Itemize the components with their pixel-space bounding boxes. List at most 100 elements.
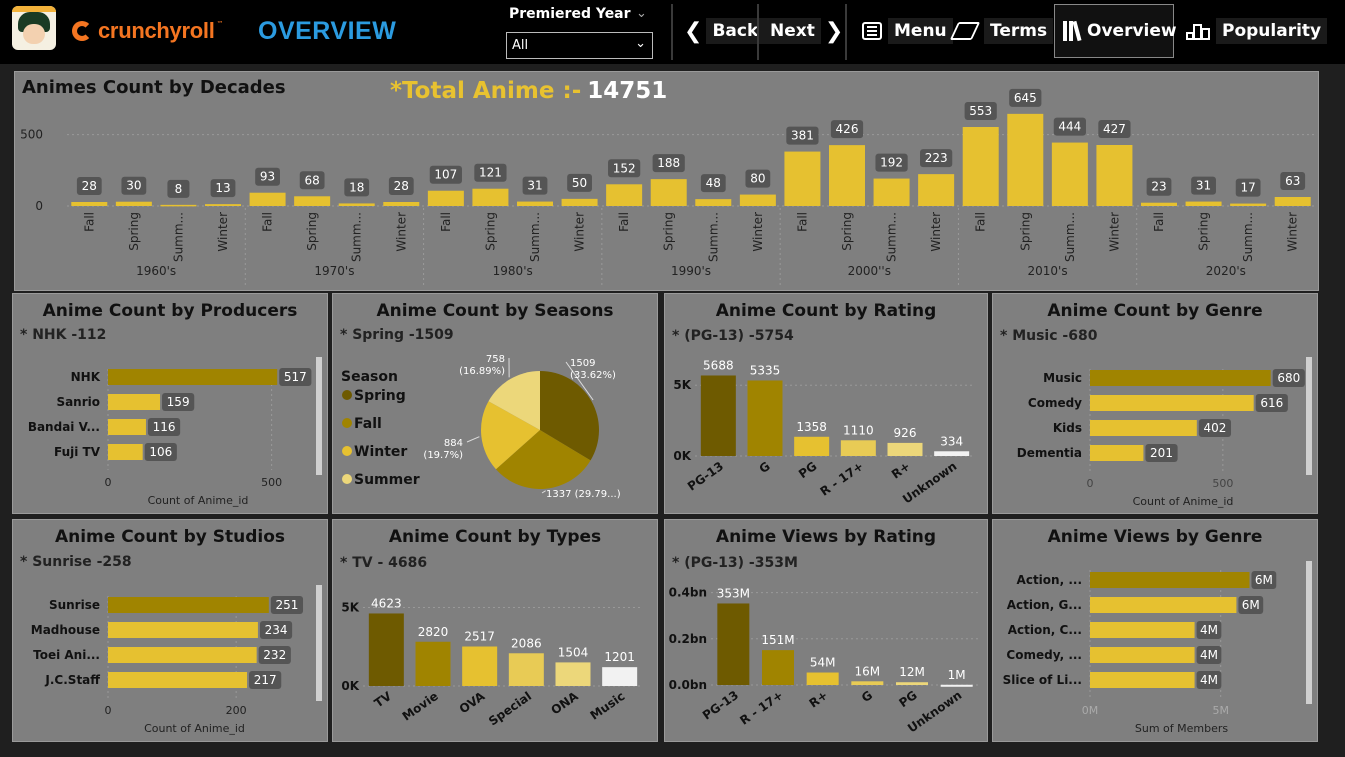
decade-label: 1990's: [671, 264, 711, 278]
category-label: PG: [896, 688, 919, 710]
bar: [108, 369, 278, 385]
y-tick-label: 500: [20, 128, 43, 142]
season-tick-label: Winter: [573, 212, 587, 252]
decade-label: 1960's: [136, 264, 176, 278]
data-label: 402: [1203, 421, 1226, 435]
popularity-button[interactable]: Popularity: [1186, 14, 1328, 48]
data-label: 2086: [511, 636, 542, 650]
x-axis-title: Count of Anime_id: [148, 494, 249, 507]
next-label: Next: [764, 18, 821, 44]
decade-label: 1970's: [314, 264, 354, 278]
data-label: 2517: [464, 630, 495, 644]
season-tick-label: Fall: [974, 212, 988, 232]
season-tick-label: Winter: [1107, 212, 1121, 252]
data-label: 192: [880, 156, 903, 170]
legend-marker: [342, 418, 352, 428]
data-label: 334: [940, 434, 963, 448]
back-button[interactable]: ❮ Back: [680, 14, 765, 48]
bar: [115, 201, 152, 206]
genre-views-panel: Anime Views by Genre 0M 5M Sum of Members A…: [992, 519, 1318, 742]
bar: [1090, 395, 1254, 411]
chevron-right-icon: ❯: [824, 18, 844, 44]
data-label: 1110: [843, 423, 874, 437]
bar: [1185, 201, 1222, 206]
bar: [160, 204, 197, 207]
data-label: 4M: [1200, 673, 1218, 687]
types-panel: Anime Count by Types * TV - 4686 0K 5K 462…: [332, 519, 658, 742]
pie-label: 1337 (29.79...): [546, 489, 621, 500]
data-label: 5335: [750, 363, 781, 377]
season-tick-label: Winter: [1286, 212, 1300, 252]
overview-button[interactable]: Overview: [1054, 4, 1177, 58]
scrollbar[interactable]: [316, 357, 322, 475]
x-tick-label: 500: [1212, 477, 1233, 490]
bar: [555, 662, 591, 686]
chevron-down-icon: ⌄: [635, 36, 646, 51]
season-tick-label: Winter: [216, 212, 230, 252]
bar: [784, 151, 821, 206]
bar: [108, 622, 258, 638]
bar: [205, 204, 241, 206]
data-label: 30: [126, 179, 141, 193]
bar: [338, 203, 375, 206]
scrollbar[interactable]: [316, 585, 322, 701]
data-label: 106: [149, 445, 172, 459]
data-label: 80: [750, 172, 765, 186]
season-tick-label: Summ...: [1241, 212, 1255, 262]
bar: [840, 440, 876, 456]
x-tick-label: 500: [261, 476, 282, 489]
decades-bar-chart: 0 500 1960's 28 Fall 30 Spring 8 Summ... 13 Winter…: [20, 88, 1315, 286]
bar: [794, 436, 830, 456]
data-label: 381: [791, 129, 814, 143]
bar: [108, 394, 161, 410]
data-label: 234: [265, 623, 288, 637]
next-button[interactable]: Next ❯: [764, 14, 847, 48]
data-label: 232: [263, 648, 286, 662]
bar: [851, 681, 884, 685]
data-label: 217: [254, 673, 277, 687]
category-label: PG: [796, 459, 819, 481]
season-tick-label: Fall: [261, 212, 275, 232]
data-label: 188: [657, 156, 680, 170]
bar: [1090, 622, 1195, 638]
scrollbar[interactable]: [1306, 561, 1312, 704]
bar: [1096, 145, 1133, 206]
scrollbar-thumb[interactable]: [1306, 357, 1312, 475]
bar: [294, 196, 331, 206]
y-tick-label: 0.0bn: [669, 678, 707, 692]
season-tick-label: Summ...: [1063, 212, 1077, 262]
season-tick-label: Spring: [840, 212, 854, 251]
studios-bar-chart: 0 200 Count of Anime_id Sunrise 251 Madhouse 2…: [31, 596, 304, 735]
bar: [508, 653, 544, 686]
season-tick-label: Winter: [929, 212, 943, 252]
decade-label: 1980's: [493, 264, 533, 278]
premiered-year-dropdown[interactable]: All ⌄: [506, 32, 653, 59]
scrollbar-thumb[interactable]: [316, 585, 322, 701]
bar: [517, 201, 553, 206]
slicer-collapse-icon[interactable]: ⌄: [636, 6, 647, 21]
scrollbar-thumb[interactable]: [316, 357, 322, 475]
data-label: 1M: [948, 668, 966, 682]
y-tick-label: 5K: [341, 601, 359, 615]
terms-button[interactable]: Terms: [949, 14, 1054, 48]
category-label: Comedy: [1028, 396, 1082, 410]
bar: [1090, 672, 1195, 688]
category-label: Sanrio: [56, 395, 100, 409]
data-label: 116: [153, 420, 176, 434]
pie-label: 884 (19.7%): [423, 438, 463, 461]
data-label: 444: [1058, 120, 1081, 134]
bar: [896, 682, 928, 685]
pie-label: 1509 (33.62%): [570, 358, 616, 381]
bar: [1090, 420, 1197, 436]
scrollbar[interactable]: [1306, 357, 1312, 475]
menu-button[interactable]: Menu: [862, 14, 953, 48]
bar: [762, 650, 794, 685]
season-tick-label: Winter: [751, 212, 765, 252]
data-label: 4M: [1200, 648, 1218, 662]
data-label: 616: [1260, 396, 1283, 410]
bar: [747, 380, 783, 456]
scrollbar-thumb[interactable]: [1306, 561, 1312, 704]
legend-marker: [342, 474, 352, 484]
x-axis-title: Count of Anime_id: [144, 722, 245, 735]
season-tick-label: Fall: [617, 212, 631, 232]
